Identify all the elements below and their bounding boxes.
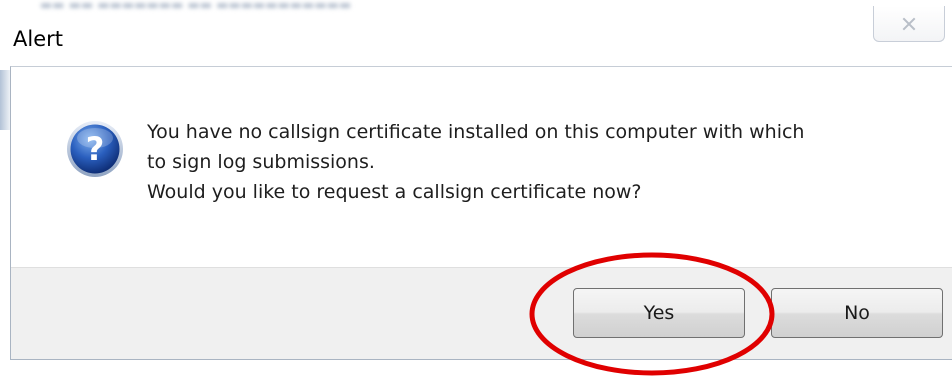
dialog-body: ? You have no callsign certificate insta… — [10, 66, 952, 360]
close-icon — [902, 17, 916, 30]
dialog-button-bar: Yes No — [11, 267, 952, 359]
question-icon: ? — [67, 121, 123, 177]
no-button[interactable]: No — [771, 288, 943, 338]
dialog-content: ? You have no callsign certificate insta… — [11, 67, 952, 267]
alert-message: You have no callsign certificate install… — [147, 117, 804, 207]
screen: ▬▬ ▬▬ ▬▬▬▬▬▬▬ ▬▬ ▬▬▬▬▬▬▬▬▬▬▬ Alert ? You… — [0, 0, 952, 379]
message-line-2: to sign log submissions. — [147, 151, 375, 173]
message-line-3: Would you like to request a callsign cer… — [147, 181, 642, 203]
message-line-1: You have no callsign certificate install… — [147, 121, 805, 143]
close-button[interactable] — [873, 6, 945, 42]
background-window-title: ▬▬ ▬▬ ▬▬▬▬▬▬▬ ▬▬ ▬▬▬▬▬▬▬▬▬▬▬ — [40, 0, 352, 12]
window-frame-edge — [0, 70, 10, 130]
dialog-title: Alert — [13, 27, 63, 51]
svg-text:?: ? — [86, 130, 105, 168]
yes-button[interactable]: Yes — [573, 288, 745, 338]
